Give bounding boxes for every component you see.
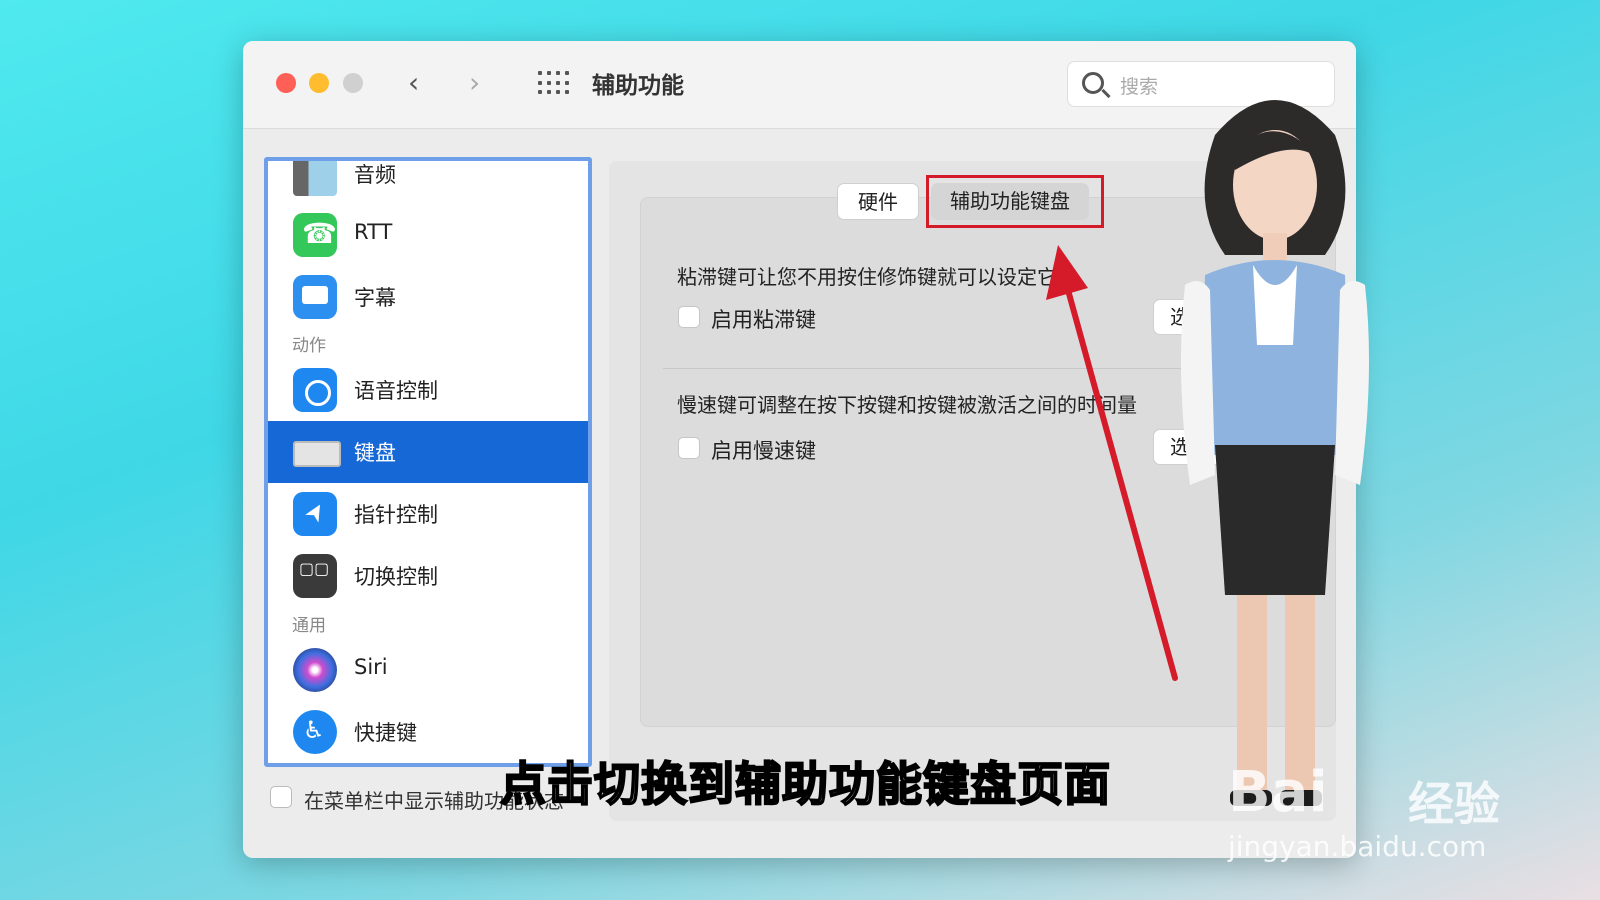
- sidebar-item-label: 音频: [354, 163, 396, 187]
- window-title: 辅助功能: [592, 73, 684, 99]
- sidebar-item-switch-control[interactable]: 切换控制: [268, 545, 588, 607]
- sidebar-item-label: 指针控制: [354, 503, 438, 527]
- sidebar-item-label: 键盘: [354, 441, 396, 465]
- show-status-checkbox[interactable]: [270, 786, 292, 808]
- sidebar-item-audio[interactable]: 音频: [268, 161, 588, 205]
- sidebar-item-label: RTT: [354, 220, 393, 244]
- presenter-avatar: [1181, 100, 1369, 806]
- show-all-grid-icon[interactable]: [538, 71, 569, 95]
- sidebar-item-pointer-control[interactable]: 指针控制: [268, 483, 588, 545]
- pointer-icon: [293, 492, 337, 536]
- siri-icon: [293, 648, 337, 692]
- slow-keys-label: 启用慢速键: [711, 439, 816, 463]
- sidebar-item-rtt[interactable]: RTT: [268, 204, 588, 266]
- search-placeholder: 搜索: [1120, 76, 1159, 98]
- sidebar[interactable]: 音频 RTT 字幕 动作 语音控制 键盘 指针控制 切换控制 通用: [264, 157, 592, 767]
- minimize-window-button[interactable]: [309, 73, 329, 93]
- sidebar-item-siri[interactable]: Siri: [268, 639, 588, 701]
- video-subtitle: 点击切换到辅助功能键盘页面: [499, 756, 1111, 812]
- sidebar-item-label: 快捷键: [354, 721, 417, 745]
- search-icon: [1082, 72, 1104, 94]
- slow-keys-checkbox[interactable]: [678, 437, 700, 459]
- switch-control-icon: [293, 554, 337, 598]
- sidebar-item-keyboard[interactable]: 键盘: [268, 421, 588, 483]
- rtt-phone-icon: [293, 213, 337, 257]
- zoom-window-button[interactable]: [343, 73, 363, 93]
- sidebar-item-label: 语音控制: [354, 379, 438, 403]
- sidebar-item-label: 字幕: [354, 286, 396, 310]
- shortcut-icon: [293, 710, 337, 754]
- sticky-keys-description: 粘滞键可让您不用按住修饰键就可以设定它。: [677, 265, 1077, 289]
- divider: [663, 368, 1263, 369]
- sidebar-section-general: 通用: [292, 616, 326, 636]
- close-window-button[interactable]: [276, 73, 296, 93]
- chevron-left-icon[interactable]: ‹: [408, 65, 419, 101]
- sidebar-item-captions[interactable]: 字幕: [268, 266, 588, 328]
- sidebar-item-label: 切换控制: [354, 565, 438, 589]
- sticky-keys-checkbox[interactable]: [678, 306, 700, 328]
- tab-hardware[interactable]: 硬件: [837, 183, 919, 220]
- captions-icon: [293, 275, 337, 319]
- sidebar-section-motor: 动作: [292, 336, 326, 356]
- baidu-watermark-logo: Bai: [1228, 760, 1328, 825]
- speaker-icon: [293, 161, 337, 196]
- sidebar-item-label: Siri: [354, 655, 388, 679]
- baidu-watermark-url: jingyan.baidu.com: [1228, 830, 1487, 863]
- highlight-box: [926, 175, 1104, 228]
- slow-keys-description: 慢速键可调整在按下按键和按键被激活之间的时间量: [677, 393, 1137, 417]
- sidebar-item-voice-control[interactable]: 语音控制: [268, 359, 588, 421]
- sticky-keys-label: 启用粘滞键: [711, 308, 816, 332]
- voice-control-icon: [293, 368, 337, 412]
- baidu-watermark-jingyan: 经验: [1408, 777, 1500, 831]
- chevron-right-icon[interactable]: ›: [469, 65, 480, 101]
- keyboard-icon: [293, 430, 341, 474]
